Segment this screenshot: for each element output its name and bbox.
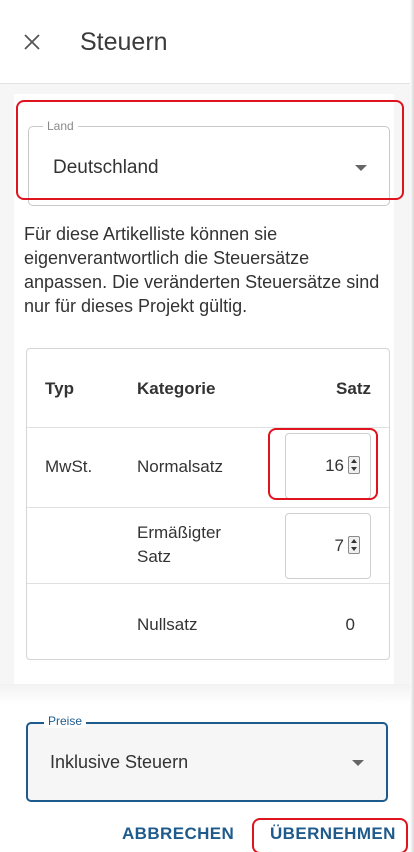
normalsatz-stepper[interactable]: 16 [285,433,371,499]
land-label: Land [43,119,78,133]
tax-table: Typ Kategorie Satz MwSt. Normalsatz 16 E… [26,348,390,660]
row-typ: MwSt. [45,457,93,476]
apply-button[interactable]: ÜBERNEHMEN [270,824,396,844]
dialog: Steuern Land Deutschland Für diese Artik… [0,0,414,852]
header-typ: Typ [45,379,74,398]
preise-select[interactable]: Preise Inklusive Steuern [26,714,388,802]
preise-value: Inklusive Steuern [50,752,189,772]
row-divider [27,427,389,428]
row-divider [27,583,389,584]
row-kategorie: Nullsatz [137,615,198,634]
row-kategorie: Ermäßigter Satz [137,523,222,566]
cancel-button[interactable]: ABBRECHEN [122,824,234,844]
row-kategorie: Normalsatz [137,457,223,476]
spinner-arrows-icon[interactable] [348,536,360,554]
row-divider [27,507,389,508]
window-edge [410,0,414,852]
ermaessigt-stepper[interactable]: 7 [285,513,371,579]
info-text: Für diese Artikelliste können sie eigenv… [24,224,380,316]
dialog-header: Steuern [0,0,410,84]
land-value: Deutschland [53,157,159,178]
row-satz: 0 [345,615,355,634]
land-select[interactable]: Land Deutschland [28,119,390,206]
dialog-title: Steuern [80,28,168,56]
close-icon [24,34,40,50]
stepper-value: 16 [325,456,344,475]
caret-down-icon [352,760,364,766]
preise-label: Preise [44,714,87,728]
stepper-value: 7 [334,536,344,555]
section-divider [0,684,410,704]
header-satz: Satz [336,379,371,398]
close-button[interactable] [16,26,48,58]
caret-down-icon [355,165,367,171]
header-kategorie: Kategorie [137,379,216,398]
dialog-actions: ABBRECHEN ÜBERNEHMEN [0,816,410,852]
spinner-arrows-icon[interactable] [348,456,360,474]
